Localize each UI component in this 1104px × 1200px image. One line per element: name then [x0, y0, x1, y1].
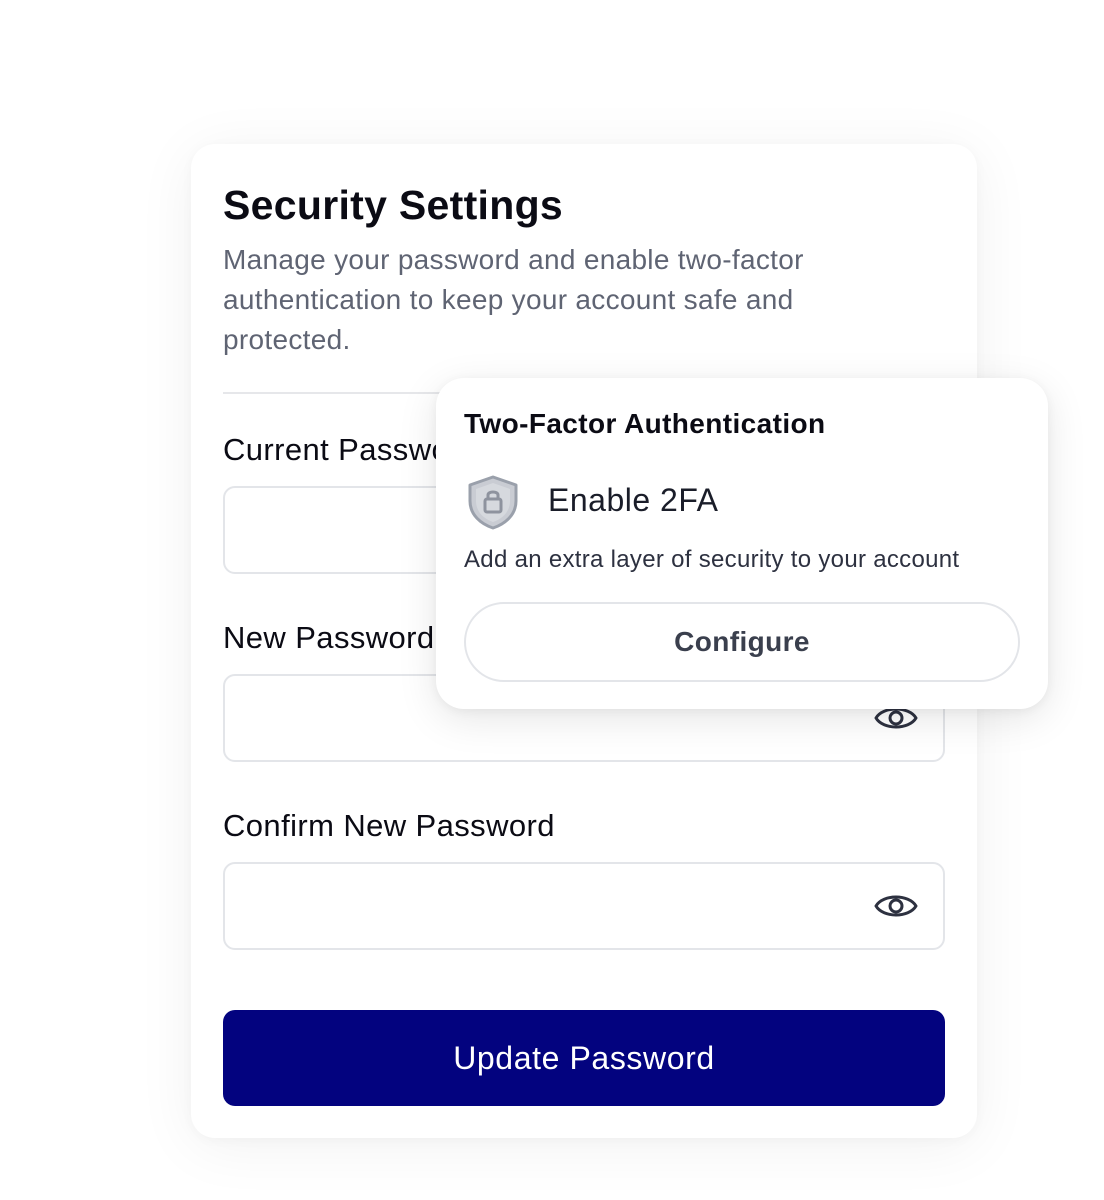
shield-lock-icon — [468, 475, 518, 530]
configure-button[interactable]: Configure — [464, 602, 1020, 682]
confirm-password-input[interactable] — [225, 864, 845, 948]
two-factor-title: Two-Factor Authentication — [464, 408, 826, 439]
page-title: Security Settings — [223, 182, 564, 228]
new-password-label: New Password — [223, 620, 435, 655]
two-factor-description: Add an extra layer of security to your a… — [464, 546, 960, 573]
confirm-password-label: Confirm New Password — [223, 808, 555, 843]
stage: Security Settings Manage your password a… — [0, 0, 1104, 1200]
update-password-button[interactable]: Update Password — [223, 1010, 945, 1106]
confirm-password-field — [223, 862, 945, 950]
page-description: Manage your password and enable two-fact… — [223, 244, 804, 355]
eye-icon[interactable] — [873, 886, 919, 926]
enable-2fa-label: Enable 2FA — [548, 482, 719, 518]
two-factor-popover: Two-Factor Authentication Enable 2FA Add… — [436, 378, 1048, 709]
